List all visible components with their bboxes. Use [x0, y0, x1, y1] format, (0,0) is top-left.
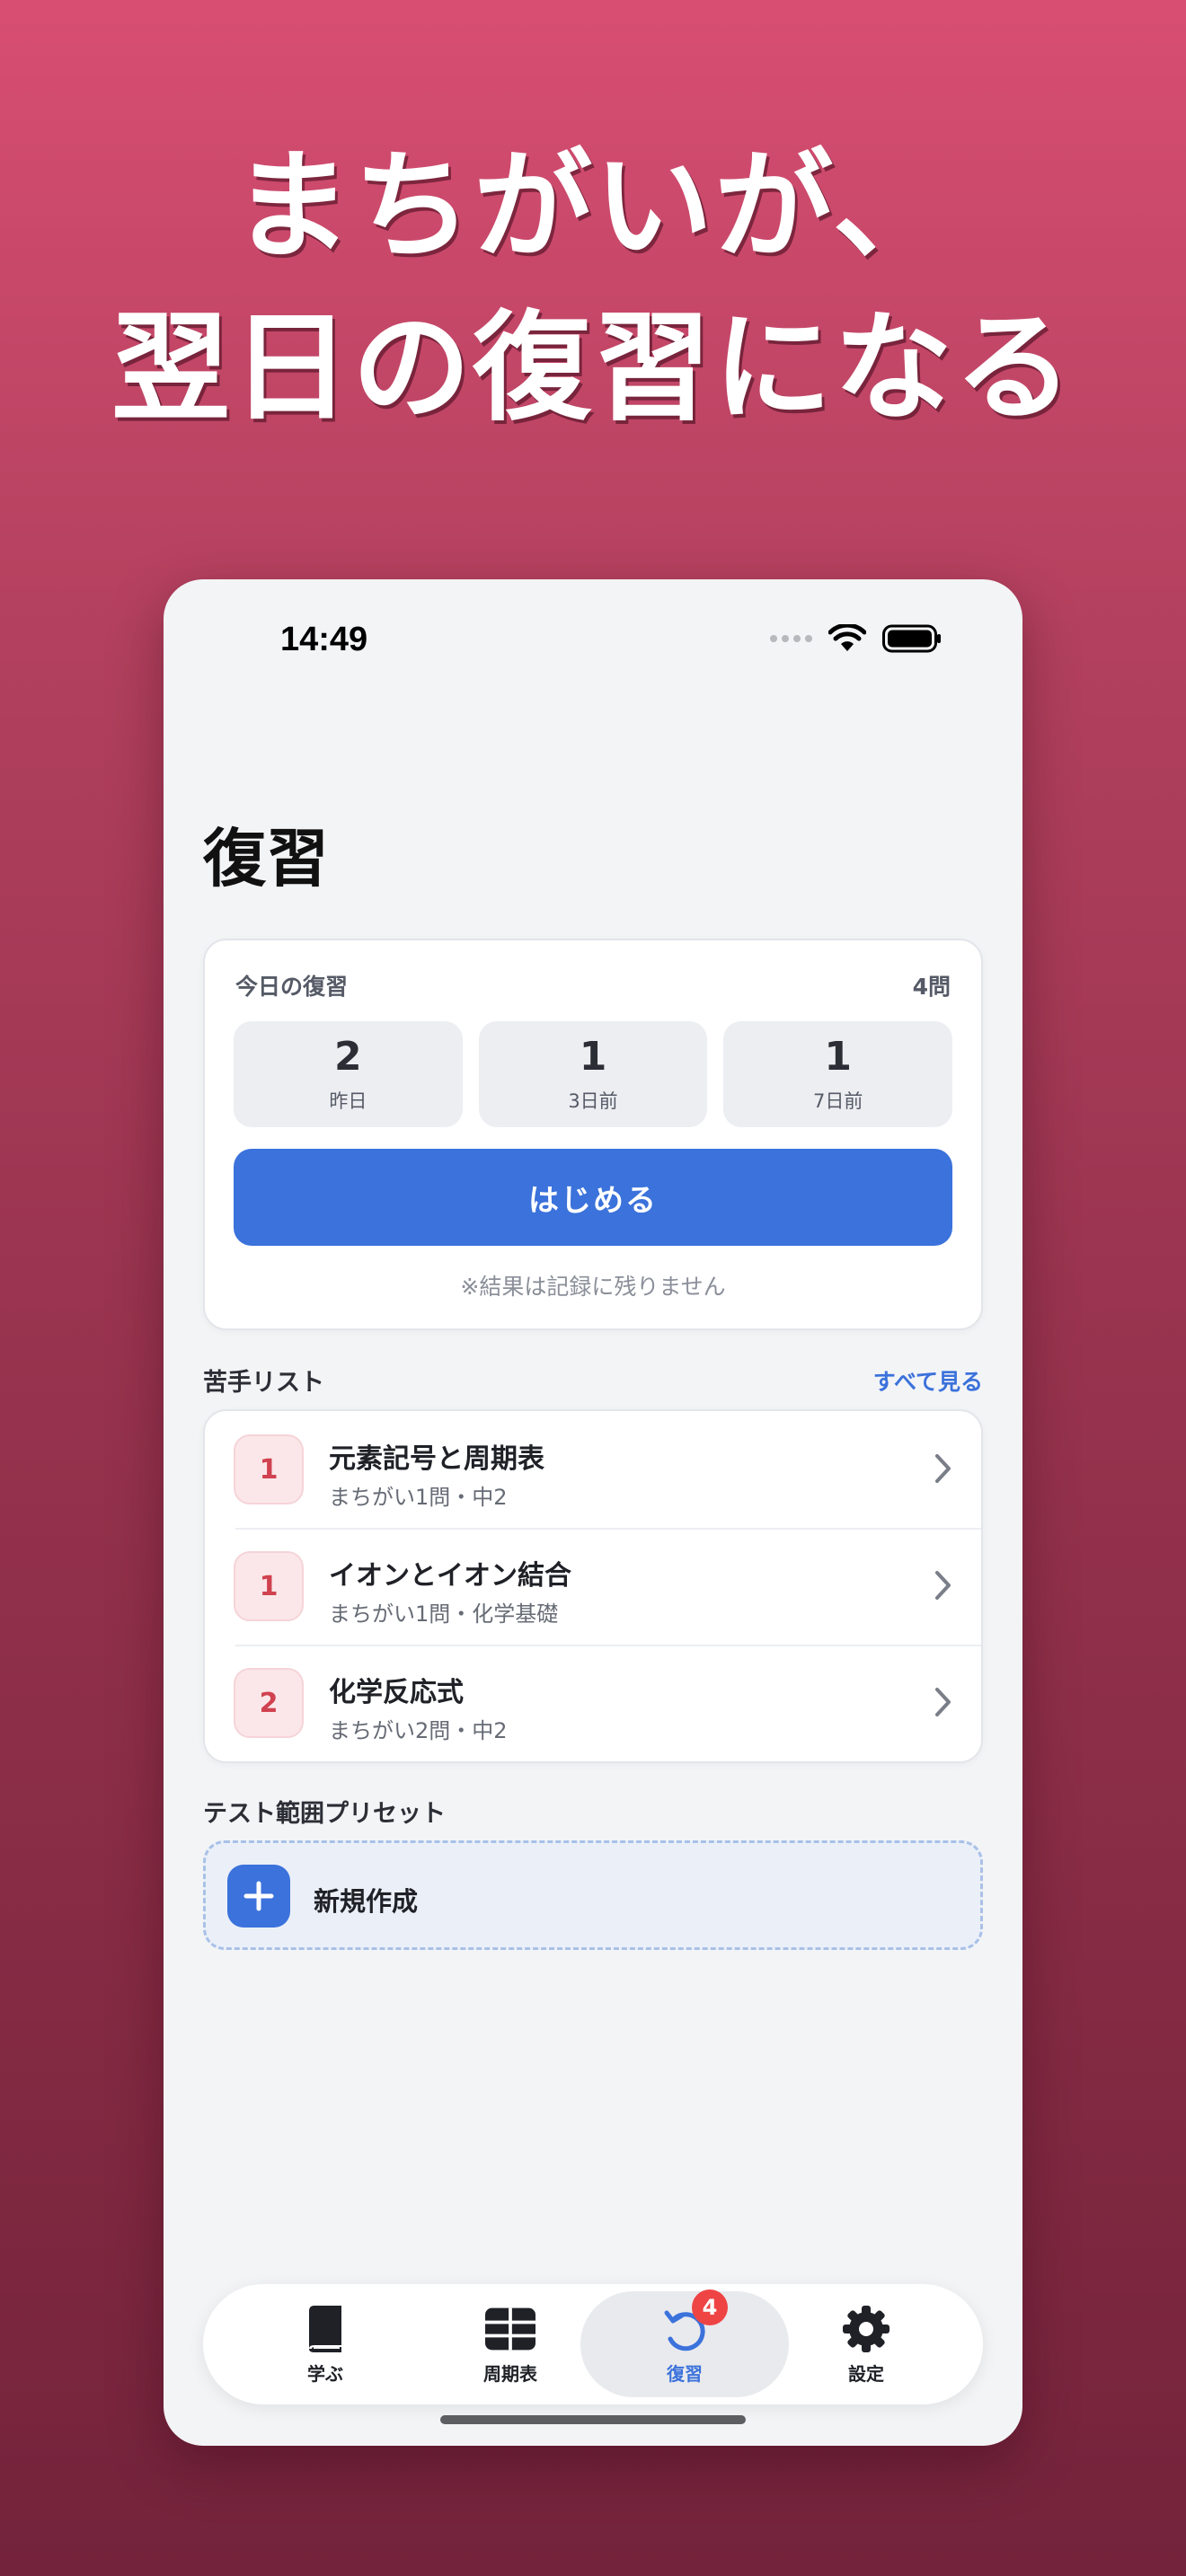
- list-item[interactable]: 2 化学反応式 まちがい2問・中2: [205, 1645, 981, 1761]
- topic-subtitle: まちがい1問・中2: [329, 1485, 508, 1510]
- topic-title: イオンとイオン結合: [329, 1560, 571, 1592]
- tab-label: 設定: [848, 2362, 884, 2385]
- stat-label: 3日前: [568, 1090, 618, 1112]
- today-review-card: 今日の復習 4問 2 昨日 1 3日前 1 7日前 はじめる ※結果は記録に残り…: [203, 939, 983, 1330]
- plus-icon: [227, 1865, 290, 1928]
- tab-learn[interactable]: 学ぶ: [221, 2291, 429, 2397]
- stat-3-days-ago: 1 3日前: [478, 1021, 708, 1127]
- review-note: ※結果は記録に残りません: [460, 1274, 726, 1300]
- battery-icon: [882, 624, 941, 653]
- chevron-right-icon: [935, 1571, 951, 1600]
- review-stats: 2 昨日 1 3日前 1 7日前: [234, 1021, 953, 1127]
- topic-title: 化学反応式: [329, 1677, 464, 1708]
- phone-screen: 14:49 復習 今日の復習 4問 2 昨日 1 3日前 1 7日前 はじめる …: [164, 579, 1022, 2446]
- table-icon: [485, 2304, 535, 2354]
- tab-label: 復習: [667, 2362, 703, 2385]
- see-all-link[interactable]: すべて見る: [873, 1364, 983, 1397]
- review-icon: 4: [659, 2289, 728, 2354]
- tab-bar: 学ぶ 周期表 4 復習 設定: [203, 2284, 983, 2404]
- review-total: 4問: [912, 974, 951, 1000]
- topic-subtitle: まちがい1問・化学基礎: [329, 1601, 559, 1627]
- list-item[interactable]: 1 元素記号と周期表 まちがい1問・中2: [205, 1411, 981, 1528]
- mistake-count-badge: 1: [234, 1434, 304, 1504]
- status-bar: 14:49: [164, 579, 1022, 687]
- book-icon: [300, 2304, 350, 2354]
- weak-list: 1 元素記号と周期表 まちがい1問・中2 1 イオンとイオン結合 まちがい1問・…: [203, 1409, 983, 1763]
- list-item[interactable]: 1 イオンとイオン結合 まちがい1問・化学基礎: [205, 1528, 981, 1645]
- stat-7-days-ago: 1 7日前: [723, 1021, 953, 1127]
- chevron-right-icon: [935, 1688, 951, 1716]
- stat-label: 昨日: [329, 1090, 367, 1112]
- review-count-badge: 4: [692, 2289, 728, 2325]
- review-heading: 今日の復習: [235, 974, 349, 1000]
- tab-review[interactable]: 4 復習: [580, 2289, 789, 2397]
- stat-yesterday: 2 昨日: [234, 1021, 463, 1127]
- wifi-icon: [828, 624, 866, 651]
- weak-list-heading: 苦手リスト: [203, 1369, 324, 1397]
- start-review-button[interactable]: はじめる: [234, 1149, 952, 1246]
- new-preset-label: 新規作成: [314, 1886, 419, 1917]
- topic-title: 元素記号と周期表: [329, 1443, 544, 1475]
- tab-label: 周期表: [483, 2362, 537, 2385]
- headline-line-1: まちがいが、: [233, 137, 953, 276]
- topic-subtitle: まちがい2問・中2: [329, 1718, 508, 1743]
- review-header: 今日の復習 4問: [235, 969, 951, 1001]
- page-title: 復習: [203, 822, 329, 895]
- stat-label: 7日前: [812, 1090, 863, 1112]
- chevron-right-icon: [935, 1454, 951, 1483]
- gear-icon: [841, 2304, 891, 2354]
- status-icons: [770, 624, 942, 653]
- new-preset-button[interactable]: 新規作成: [203, 1840, 983, 1950]
- mistake-count-badge: 1: [234, 1551, 304, 1621]
- status-time: 14:49: [280, 621, 368, 658]
- headline-line-2: 翌日の復習になる: [111, 299, 1075, 437]
- presets-heading: テスト範囲プリセット: [203, 1800, 446, 1828]
- home-indicator[interactable]: [440, 2415, 746, 2424]
- promo-headline: まちがいが、 翌日の復習になる: [0, 126, 1186, 449]
- signal-icon: [770, 635, 812, 642]
- stat-value: 2: [334, 1034, 362, 1080]
- stat-value: 1: [824, 1034, 852, 1080]
- tab-settings[interactable]: 設定: [762, 2291, 970, 2397]
- stat-value: 1: [579, 1034, 607, 1080]
- tab-label: 学ぶ: [307, 2362, 343, 2385]
- mistake-count-badge: 2: [234, 1668, 304, 1738]
